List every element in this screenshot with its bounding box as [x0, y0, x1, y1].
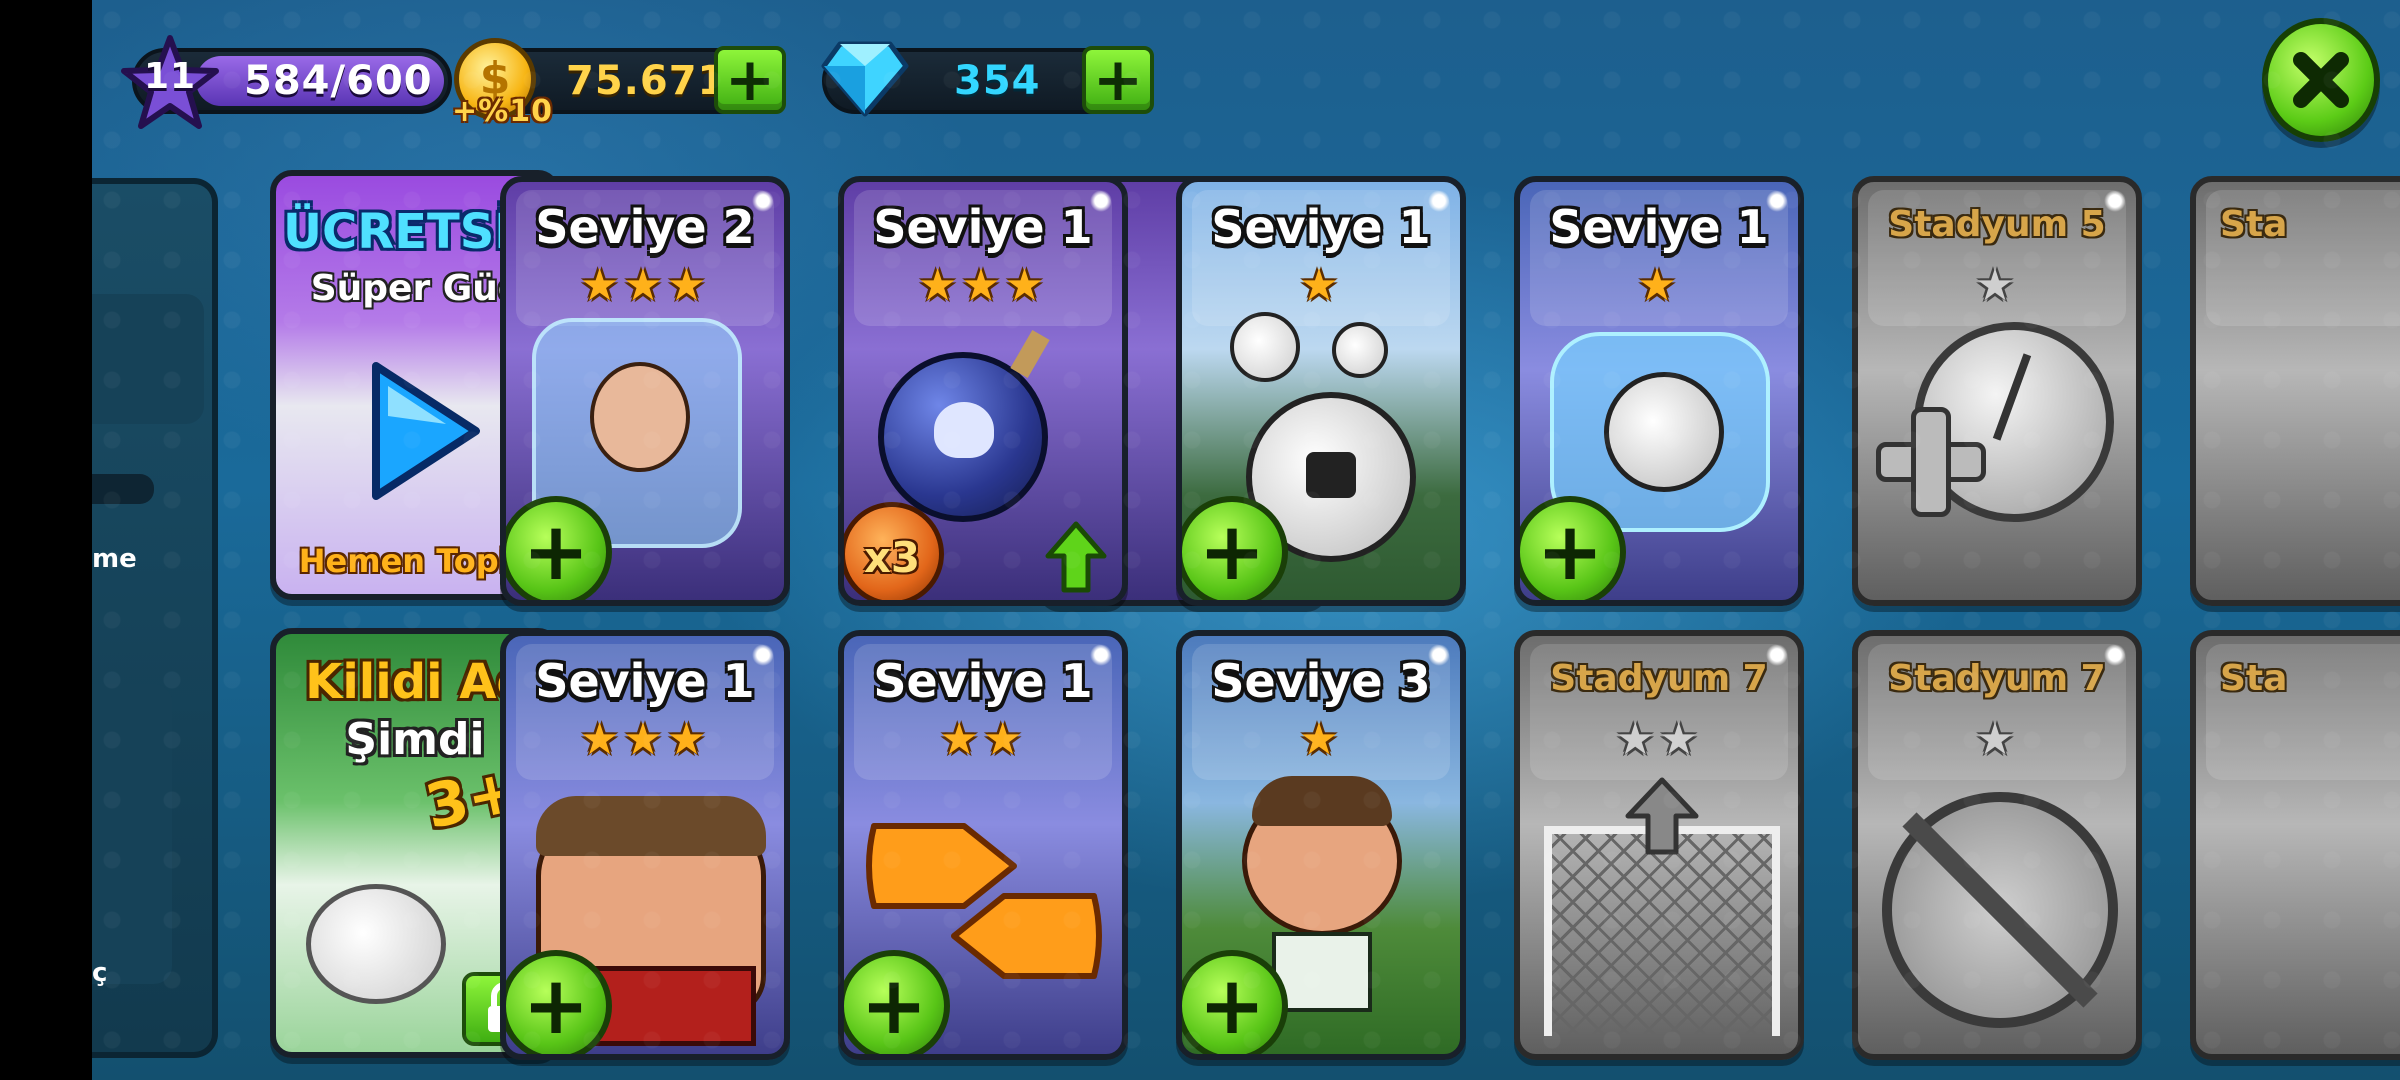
bomb-count: x3 — [863, 533, 921, 582]
close-icon — [2293, 52, 2349, 108]
side-panel-label: me — [92, 544, 137, 574]
card-multi-ball[interactable]: Seviye 1 ★ + — [1176, 176, 1466, 606]
card-title: Seviye 2 — [535, 200, 755, 254]
card-title: Sta — [2220, 204, 2288, 245]
play-icon — [356, 356, 486, 506]
card-frozen-player[interactable]: Seviye 2 ★★★ + — [500, 176, 790, 606]
no-fire-icon — [1858, 756, 2136, 1054]
add-card-button[interactable]: + — [844, 950, 950, 1054]
card-title: Seviye 3 — [1211, 654, 1431, 708]
side-panel-box-lower — [92, 684, 172, 984]
card-title: Stadyum 7 — [1550, 658, 1768, 699]
card-title: Stadyum 7 — [1888, 658, 2106, 699]
card-title: Seviye 1 — [873, 654, 1093, 708]
gem-icon — [820, 38, 910, 118]
card-bomb[interactable]: Seviye 1 ★★★ x3 — [838, 176, 1128, 606]
card-title: Seviye 1 — [535, 654, 755, 708]
level-text: 11 — [143, 56, 197, 97]
card-title: Sta — [2220, 658, 2288, 699]
card-title: Seviye 1 — [873, 200, 1093, 254]
goal-net-icon — [1520, 756, 1798, 1054]
card-stadium-partial[interactable]: Sta — [2190, 176, 2400, 606]
add-coins-button[interactable]: + — [714, 46, 786, 114]
card-stadium-locked[interactable]: Stadyum 5 ★ — [1852, 176, 2142, 606]
coin-text: 75.671 — [566, 58, 727, 104]
add-gems-button[interactable]: + — [1082, 46, 1154, 114]
card-frozen-ball[interactable]: Seviye 1 ★ + — [1514, 176, 1804, 606]
card-player-small[interactable]: Seviye 3 ★ + — [1176, 630, 1466, 1060]
card-stadium-no-fire[interactable]: Stadyum 7 ★ — [1852, 630, 2142, 1060]
add-card-button[interactable]: + — [1182, 496, 1288, 600]
card-speed[interactable]: Seviye 1 ★★ + — [838, 630, 1128, 1060]
close-button[interactable] — [2262, 18, 2380, 142]
card-stadium-goal[interactable]: Stadyum 7 ★★ — [1514, 630, 1804, 1060]
add-card-button[interactable]: + — [506, 950, 612, 1054]
side-panel-label-2: ç — [92, 958, 108, 988]
side-panel-box — [92, 294, 204, 424]
gem-text: 354 — [954, 58, 1041, 104]
side-panel: me ç — [92, 178, 218, 1058]
card-title: Seviye 1 — [1211, 200, 1431, 254]
card-player-rage[interactable]: Seviye 1 ★★★ + — [500, 630, 790, 1060]
card-title: Seviye 1 — [1549, 200, 1769, 254]
level-star-icon: 11 — [120, 34, 220, 130]
card-title: Stadyum 5 — [1888, 204, 2106, 245]
coin-bonus: +%10 — [452, 94, 553, 129]
add-card-button[interactable]: + — [1182, 950, 1288, 1054]
bomb-count-badge: x3 — [844, 502, 944, 600]
clock-icon — [1858, 302, 2136, 600]
add-card-button[interactable]: + — [1520, 496, 1626, 600]
game-screen: 584/600 11 75.671 $ +%10 + 354 + me ç ÜC… — [92, 0, 2400, 1080]
xp-text: 584/600 — [244, 58, 433, 104]
side-panel-bar — [92, 474, 154, 504]
add-card-button[interactable]: + — [506, 496, 612, 600]
card-stadium-partial-2[interactable]: Sta — [2190, 630, 2400, 1060]
arrow-up-icon — [1044, 520, 1108, 594]
ball-art — [306, 884, 446, 1004]
